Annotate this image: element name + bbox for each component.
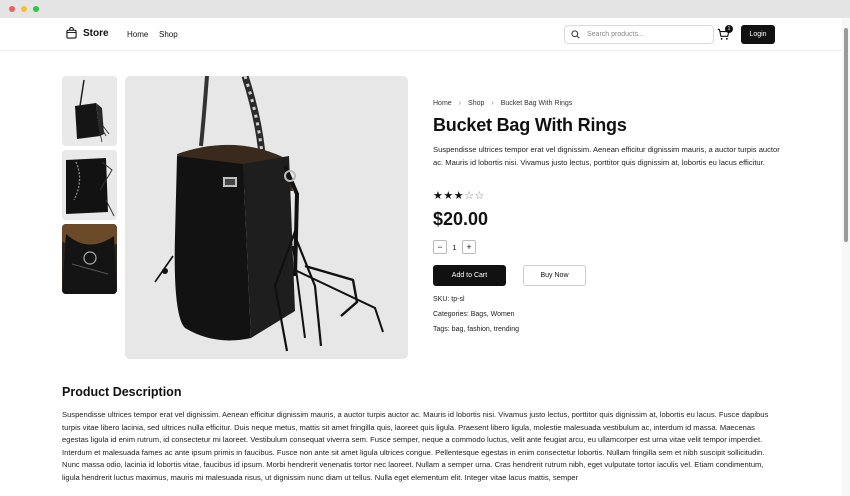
store-logo[interactable]: Store — [66, 27, 109, 39]
bag-thumbnail-image — [62, 224, 117, 294]
search-input[interactable] — [587, 31, 707, 38]
quantity-value: 1 — [452, 242, 457, 252]
nav-shop-link[interactable]: Shop — [159, 30, 178, 39]
search-icon — [571, 30, 580, 39]
product-categories: Categories: Bags, Women — [433, 311, 515, 318]
product-thumbnail-3[interactable] — [62, 224, 117, 294]
product-description-heading: Product Description — [62, 385, 182, 399]
product-thumbnail-2[interactable] — [62, 150, 117, 220]
search-box[interactable] — [564, 25, 714, 44]
chevron-right-icon: › — [491, 100, 494, 107]
star-filled-icon: ★ — [453, 190, 465, 202]
product-title: Bucket Bag With Rings — [433, 115, 627, 135]
breadcrumb-current: Bucket Bag With Rings — [500, 100, 573, 107]
site-header: Store Home Shop 1 Login — [0, 18, 842, 51]
window-titlebar — [0, 0, 850, 18]
product-price: $20.00 — [433, 209, 489, 229]
add-to-cart-button[interactable]: Add to Cart — [433, 265, 506, 286]
description-paragraph: Suspendisse ultrices tempor erat vel dig… — [62, 410, 769, 445]
login-button[interactable]: Login — [741, 25, 775, 44]
product-tags: Tags: bag, fashion, trending — [433, 326, 520, 333]
store-logo-text: Store — [83, 27, 109, 39]
bag-thumbnail-image — [62, 150, 117, 220]
cart-count-badge: 1 — [725, 25, 733, 33]
bucket-bag-image — [125, 76, 408, 359]
product-description-body: Suspendisse ultrices tempor erat vel dig… — [62, 409, 782, 485]
scrollbar-thumb[interactable] — [844, 28, 848, 242]
breadcrumb: Home › Shop › Bucket Bag With Rings — [433, 100, 572, 107]
maximize-window-button[interactable] — [33, 6, 39, 12]
quantity-decrease-button[interactable]: − — [433, 240, 447, 254]
product-thumbnail-1[interactable] — [62, 76, 117, 146]
breadcrumb-shop-link[interactable]: Shop — [468, 100, 484, 107]
star-filled-icon: ★ — [443, 190, 454, 202]
star-outline-icon: ☆ — [474, 190, 485, 202]
page-scrollbar[interactable] — [842, 18, 850, 496]
description-paragraph: Interdum et malesuada fames ac ante ipsu… — [62, 447, 765, 482]
nav-home-link[interactable]: Home — [127, 30, 148, 39]
bag-thumbnail-image — [62, 76, 117, 146]
close-window-button[interactable] — [9, 6, 15, 12]
bag-icon — [66, 27, 77, 39]
product-rating: ★★★☆☆ — [433, 189, 485, 202]
quantity-stepper: − 1 + — [433, 240, 476, 254]
product-short-description: Suspendisse ultrices tempor erat vel dig… — [433, 145, 780, 167]
page-viewport: Store Home Shop 1 Login — [0, 18, 850, 496]
star-filled-icon: ★ — [433, 190, 444, 202]
minimize-window-button[interactable] — [21, 6, 27, 12]
product-main-image[interactable] — [125, 76, 408, 359]
product-sku: SKU: tp-sl — [433, 296, 465, 303]
breadcrumb-home-link[interactable]: Home — [433, 100, 452, 107]
star-outline-icon: ☆ — [464, 190, 475, 202]
quantity-increase-button[interactable]: + — [462, 240, 476, 254]
chevron-right-icon: › — [458, 100, 462, 107]
buy-now-button[interactable]: Buy Now — [523, 265, 586, 286]
